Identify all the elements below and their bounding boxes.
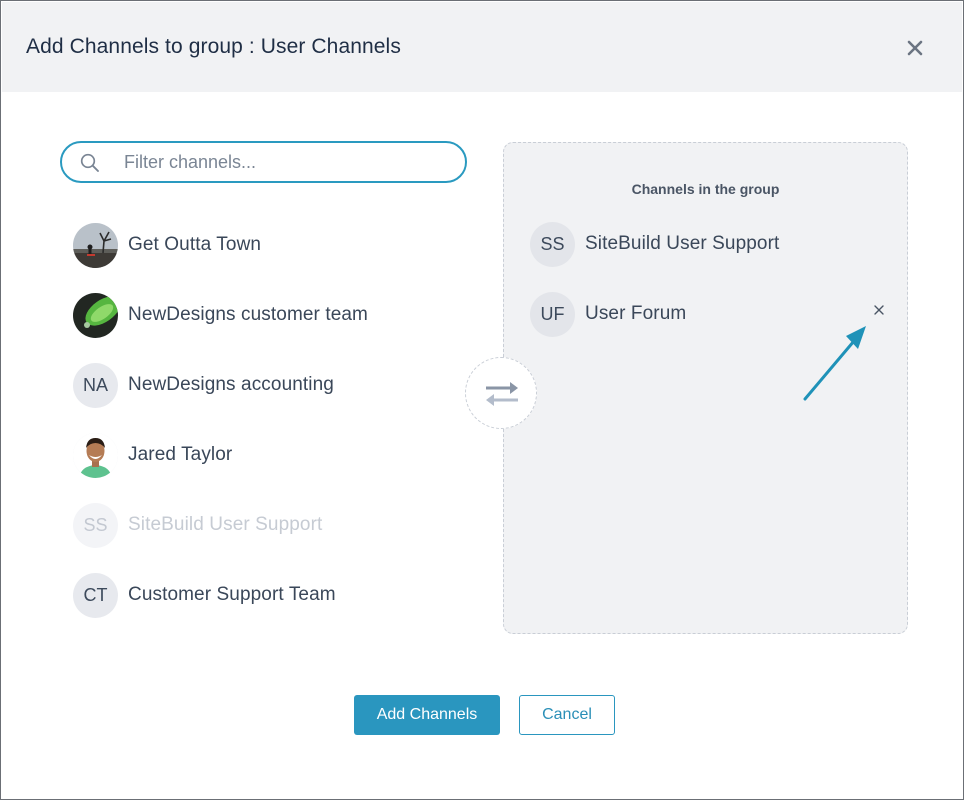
group-channels-list: SS SiteBuild User Support UF User Forum [530, 222, 890, 362]
avatar [73, 433, 118, 478]
search-box [60, 141, 467, 183]
group-panel-title: Channels in the group [631, 181, 780, 197]
channel-label: NewDesigns customer team [128, 304, 368, 325]
channel-item-newdesigns-accounting[interactable]: NA NewDesigns accounting [73, 363, 453, 433]
available-channels-list: Get Outta Town NewDesigns customer team … [73, 223, 453, 643]
close-icon[interactable] [904, 37, 926, 59]
add-channels-dialog: Add Channels to group : User Channels Fi… [0, 0, 964, 800]
channel-label: SiteBuild User Support [585, 233, 780, 254]
channel-label: Get Outta Town [128, 234, 262, 255]
search-icon [80, 153, 100, 173]
avatar: CT [73, 573, 118, 618]
cancel-button[interactable]: Cancel [519, 695, 615, 735]
group-item-sitebuild-user-support: SS SiteBuild User Support [530, 222, 890, 292]
swap-arrows-icon [486, 382, 518, 406]
remove-channel-close-icon[interactable] [872, 303, 886, 317]
transfer-button[interactable] [465, 357, 537, 429]
avatar: UF [530, 292, 575, 337]
channel-item-customer-support-team[interactable]: CT Customer Support Team [73, 573, 453, 643]
channel-label: User Forum [585, 303, 687, 324]
avatar: SS [530, 222, 575, 267]
channel-label: Jared Taylor [128, 444, 233, 465]
channel-item-newdesigns-customer-team[interactable]: NewDesigns customer team [73, 293, 453, 363]
channel-item-get-outta-town[interactable]: Get Outta Town [73, 223, 453, 293]
group-item-user-forum: UF User Forum [530, 292, 890, 362]
channel-label: NewDesigns accounting [128, 374, 334, 395]
dialog-header: Add Channels to group : User Channels [2, 2, 962, 92]
channel-item-jared-taylor[interactable]: Jared Taylor [73, 433, 453, 503]
channel-label: SiteBuild User Support [128, 514, 323, 535]
avatar: NA [73, 363, 118, 408]
channel-item-sitebuild-user-support: SS SiteBuild User Support [73, 503, 453, 573]
channels-in-group-panel: Channels in the group SS SiteBuild User … [503, 142, 908, 634]
avatar [73, 223, 118, 268]
add-channels-button[interactable]: Add Channels [354, 695, 500, 735]
channel-label: Customer Support Team [128, 584, 336, 605]
filter-channels-input[interactable] [124, 150, 444, 174]
avatar [73, 293, 118, 338]
avatar: SS [73, 503, 118, 548]
dialog-title: Add Channels to group : User Channels [26, 35, 401, 58]
